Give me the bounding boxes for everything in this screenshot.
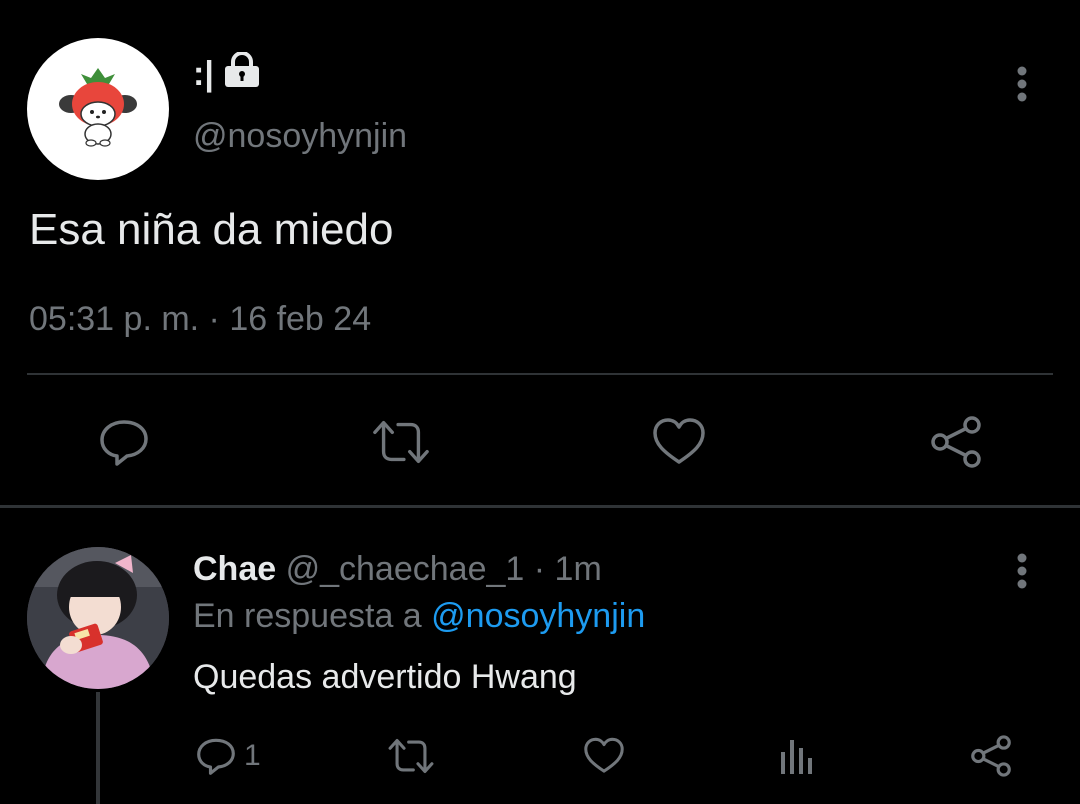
more-vertical-icon[interactable] — [1006, 66, 1038, 111]
reply-display-name[interactable]: Chae — [193, 550, 276, 588]
reply-to-line: En respuesta a @nosoyhynjin — [193, 597, 645, 636]
reply-icon — [197, 738, 235, 775]
tomato-character-image — [59, 68, 137, 147]
reply-avatar-photo — [27, 547, 169, 689]
share-icon — [931, 416, 981, 468]
display-name-text: :| — [193, 54, 214, 93]
reply-analytics-button[interactable] — [778, 728, 818, 784]
reply-count: 1 — [244, 739, 261, 772]
tweet-handle[interactable]: @nosoyhynjin — [193, 117, 407, 156]
retweet-icon — [388, 738, 434, 774]
reply-text: Quedas advertido Hwang — [193, 658, 577, 696]
reply-more-vertical-icon[interactable] — [1006, 553, 1038, 598]
share-icon — [971, 735, 1011, 777]
reply-handle[interactable]: @_chaechae_1 — [286, 550, 525, 588]
reply-header: Chae @_chaechae_1 · 1m — [193, 550, 602, 589]
avatar-main[interactable] — [27, 38, 169, 180]
reply-button[interactable] — [94, 412, 154, 472]
reply-reply-button[interactable]: 1 — [194, 728, 261, 784]
thread-line — [96, 692, 100, 804]
retweet-icon — [373, 420, 429, 464]
reply-share-button[interactable] — [968, 728, 1014, 784]
retweet-button[interactable] — [371, 412, 431, 472]
reply-icon — [100, 420, 148, 466]
section-divider — [0, 505, 1080, 508]
analytics-icon — [781, 740, 812, 774]
share-button[interactable] — [926, 412, 986, 472]
divider — [27, 373, 1053, 375]
reply-like-button[interactable] — [582, 728, 626, 784]
tweet-text: Esa niña da miedo — [29, 205, 394, 254]
display-name: :| — [193, 50, 262, 97]
reply-retweet-button[interactable] — [387, 728, 435, 784]
reply-separator: · — [533, 550, 546, 588]
reply-to-handle[interactable]: @nosoyhynjin — [431, 597, 645, 635]
reply-avatar[interactable] — [27, 547, 169, 689]
heart-icon — [584, 737, 624, 773]
like-button[interactable] — [649, 412, 709, 472]
tweet-timestamp[interactable]: 05:31 p. m. · 16 feb 24 — [29, 300, 371, 339]
reply-to-label: En respuesta a — [193, 597, 422, 635]
reply-time: 1m — [554, 550, 602, 588]
heart-icon — [653, 418, 705, 464]
lock-icon — [222, 50, 262, 97]
